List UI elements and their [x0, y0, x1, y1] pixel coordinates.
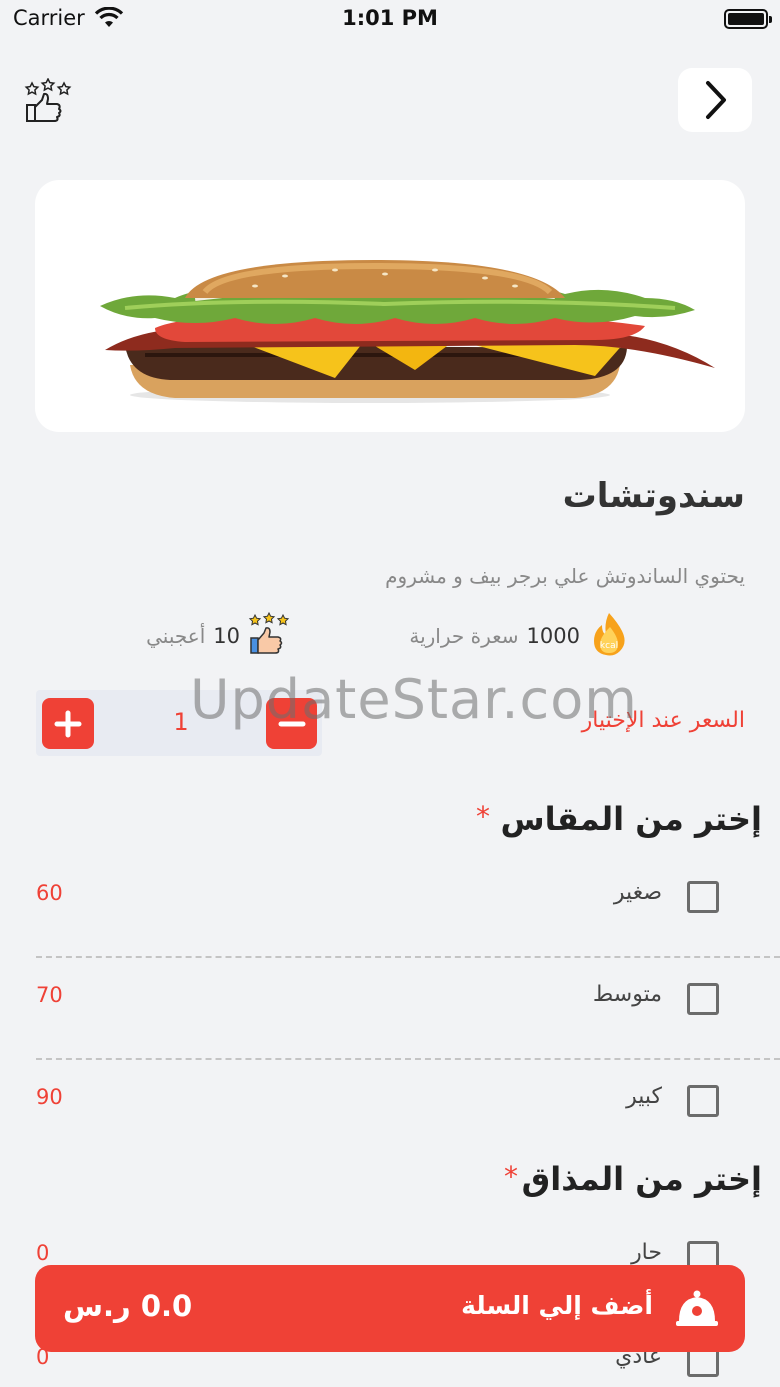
add-to-cart-button[interactable]: أضف إلي السلة 0.0 ر.س — [35, 1265, 745, 1352]
option-row-size-medium[interactable]: متوسط 70 — [0, 970, 780, 1030]
likes-value: 10 — [213, 624, 240, 648]
calories-stat: kcal 1000 سعرة حرارية — [409, 611, 630, 661]
option-name: متوسط — [592, 982, 662, 1007]
option-row-size-small[interactable]: صغير 60 — [0, 868, 780, 928]
plus-icon — [54, 710, 82, 737]
likes-stat[interactable]: 10 أعجبني — [146, 611, 290, 660]
checkbox-icon[interactable] — [687, 983, 719, 1015]
clock: 1:01 PM — [342, 6, 438, 30]
size-section-title: إختر من المقاس — [500, 800, 762, 838]
option-price: 70 — [36, 983, 63, 1007]
option-row-size-large[interactable]: كبير 90 — [0, 1072, 780, 1132]
taste-section-title: إختر من المذاق — [521, 1160, 762, 1198]
rate-like-icon[interactable] — [24, 77, 72, 126]
divider — [36, 1058, 780, 1060]
like-stars-icon — [248, 611, 290, 660]
taste-required-marker: * — [504, 1160, 518, 1193]
checkbox-icon[interactable] — [687, 881, 719, 913]
watermark: UpdateStar.com — [190, 668, 638, 731]
cart-dish-icon — [673, 1287, 721, 1331]
calorie-badge-text: kcal — [600, 641, 618, 651]
battery-icon — [724, 9, 772, 29]
product-description: يحتوي الساندوتش علي برجر بيف و مشروم — [385, 564, 745, 588]
increase-quantity-button[interactable] — [42, 698, 94, 749]
back-chevron-icon — [706, 81, 726, 119]
checkbox-icon[interactable] — [687, 1085, 719, 1117]
add-to-cart-label: أضف إلي السلة — [461, 1291, 653, 1320]
calories-label: سعرة حرارية — [409, 624, 519, 648]
divider — [36, 956, 780, 958]
option-name: حار — [631, 1240, 662, 1265]
likes-label: أعجبني — [146, 624, 206, 648]
cart-total: 0.0 ر.س — [63, 1289, 193, 1323]
product-title: سندوتشات — [562, 476, 745, 516]
option-name: كبير — [626, 1084, 662, 1109]
option-name: صغير — [613, 880, 662, 905]
option-price: 0 — [36, 1241, 50, 1265]
calories-value: 1000 — [526, 624, 580, 648]
product-image — [35, 180, 745, 432]
calorie-flame-icon: kcal — [588, 611, 630, 661]
option-price: 90 — [36, 1085, 63, 1109]
back-button[interactable] — [678, 68, 752, 132]
option-price: 60 — [36, 881, 63, 905]
status-bar: Carrier 1:01 PM — [0, 0, 780, 40]
size-required-marker: * — [476, 800, 490, 833]
